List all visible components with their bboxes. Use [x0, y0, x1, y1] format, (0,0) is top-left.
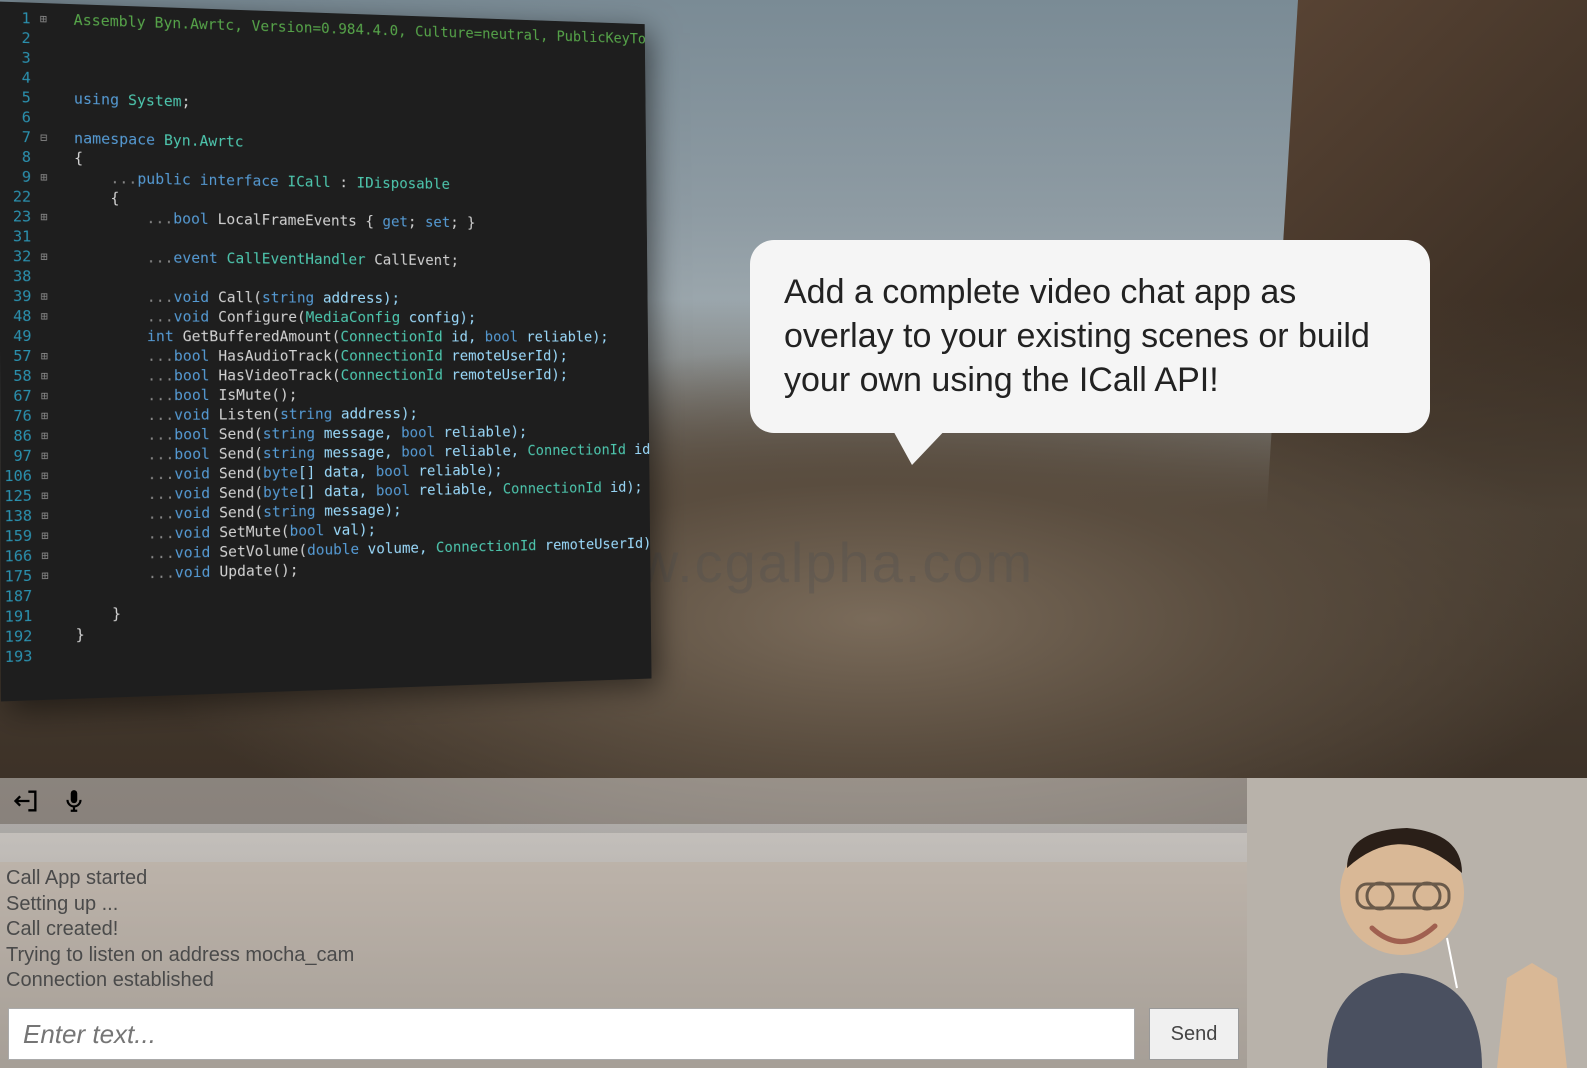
fold-icon[interactable]: ⊟ [35, 127, 53, 147]
line-number: 38 [0, 266, 35, 286]
chat-log-line: Trying to listen on address mocha_cam [6, 943, 1241, 969]
chat-log-line: Call created! [6, 917, 1241, 943]
line-number: 9 [0, 166, 35, 186]
line-number: 39 [0, 286, 35, 306]
remote-video-thumbnail[interactable] [1247, 778, 1587, 1068]
line-number: 191 [1, 606, 37, 627]
chat-log: Call App started Setting up ... Call cre… [0, 862, 1247, 1000]
fold-icon[interactable]: ⊞ [36, 545, 54, 565]
speech-bubble: Add a complete video chat app as overlay… [750, 240, 1430, 433]
fold-icon[interactable]: ⊞ [36, 505, 54, 525]
line-number: 8 [0, 147, 35, 168]
send-button[interactable]: Send [1149, 1008, 1239, 1060]
fold-icon[interactable]: ⊞ [36, 366, 54, 386]
fold-icon[interactable]: ⊞ [36, 386, 54, 406]
code-body[interactable]: Assembly Byn.Awrtc, Version=0.984.4.0, C… [70, 4, 652, 699]
line-number: 5 [0, 87, 35, 108]
code-editor-panel: 1⊞ 2 3 4 5 6 7⊟ 8 9⊞ 22 23⊞ 31 32⊞ 38 39… [0, 2, 652, 702]
avatar-placeholder-icon [1247, 778, 1587, 1068]
line-number: 187 [1, 586, 37, 607]
line-number: 22 [0, 186, 35, 206]
fold-icon[interactable]: ⊞ [36, 446, 54, 466]
exit-button[interactable] [8, 783, 44, 819]
line-number: 97 [0, 446, 36, 466]
chat-main-area: Call App started Setting up ... Call cre… [0, 778, 1247, 1068]
line-number: 4 [0, 67, 35, 88]
fold-icon[interactable]: ⊞ [36, 406, 54, 426]
mic-button[interactable] [56, 783, 92, 819]
line-number: 192 [1, 626, 37, 647]
line-number: 7 [0, 127, 35, 148]
chat-toolbar [0, 778, 1247, 824]
line-number: 166 [0, 546, 36, 567]
line-number: 49 [0, 326, 36, 346]
line-number: 57 [0, 346, 36, 366]
line-number: 58 [0, 366, 36, 386]
line-number: 6 [0, 107, 35, 128]
chat-text-input[interactable] [8, 1008, 1135, 1060]
line-number: 175 [1, 566, 37, 587]
line-number: 76 [0, 406, 36, 426]
line-number: 23 [0, 206, 35, 226]
fold-icon[interactable]: ⊞ [35, 167, 53, 187]
line-number: 3 [0, 47, 35, 68]
chat-input-row: Send [0, 1000, 1247, 1068]
chat-log-line: Connection established [6, 968, 1241, 994]
fold-icon[interactable]: ⊞ [35, 286, 53, 306]
line-number: 125 [0, 486, 36, 507]
line-number: 67 [0, 386, 36, 406]
line-number: 86 [0, 426, 36, 446]
line-number: 138 [0, 506, 36, 527]
editor-gutter: 1⊞ 2 3 4 5 6 7⊟ 8 9⊞ 22 23⊞ 31 32⊞ 38 39… [0, 2, 72, 702]
fold-icon[interactable]: ⊞ [36, 466, 54, 486]
fold-icon[interactable]: ⊞ [35, 247, 53, 267]
fold-icon[interactable]: ⊞ [35, 207, 53, 227]
fold-icon[interactable]: ⊞ [35, 306, 53, 326]
fold-icon[interactable]: ⊞ [36, 485, 54, 505]
line-number: 106 [0, 466, 36, 486]
chat-log-line: Call App started [6, 866, 1241, 892]
speech-bubble-text: Add a complete video chat app as overlay… [784, 273, 1370, 399]
microphone-icon [61, 786, 87, 816]
line-number: 32 [0, 246, 35, 266]
line-number: 1 [0, 8, 35, 29]
line-number: 31 [0, 226, 35, 246]
chat-video-area [0, 824, 1247, 862]
exit-icon [12, 787, 40, 815]
fold-icon[interactable]: ⊞ [36, 426, 54, 446]
fold-icon[interactable]: ⊞ [36, 565, 54, 585]
line-number: 48 [0, 306, 35, 326]
line-number: 193 [1, 646, 37, 667]
fold-icon[interactable]: ⊞ [36, 525, 54, 545]
chat-overlay-panel: Call App started Setting up ... Call cre… [0, 778, 1587, 1068]
fold-icon[interactable]: ⊞ [36, 346, 54, 366]
chat-log-line: Setting up ... [6, 892, 1241, 918]
fold-icon[interactable]: ⊞ [35, 9, 53, 29]
line-number: 159 [0, 526, 36, 547]
line-number: 2 [0, 27, 35, 48]
